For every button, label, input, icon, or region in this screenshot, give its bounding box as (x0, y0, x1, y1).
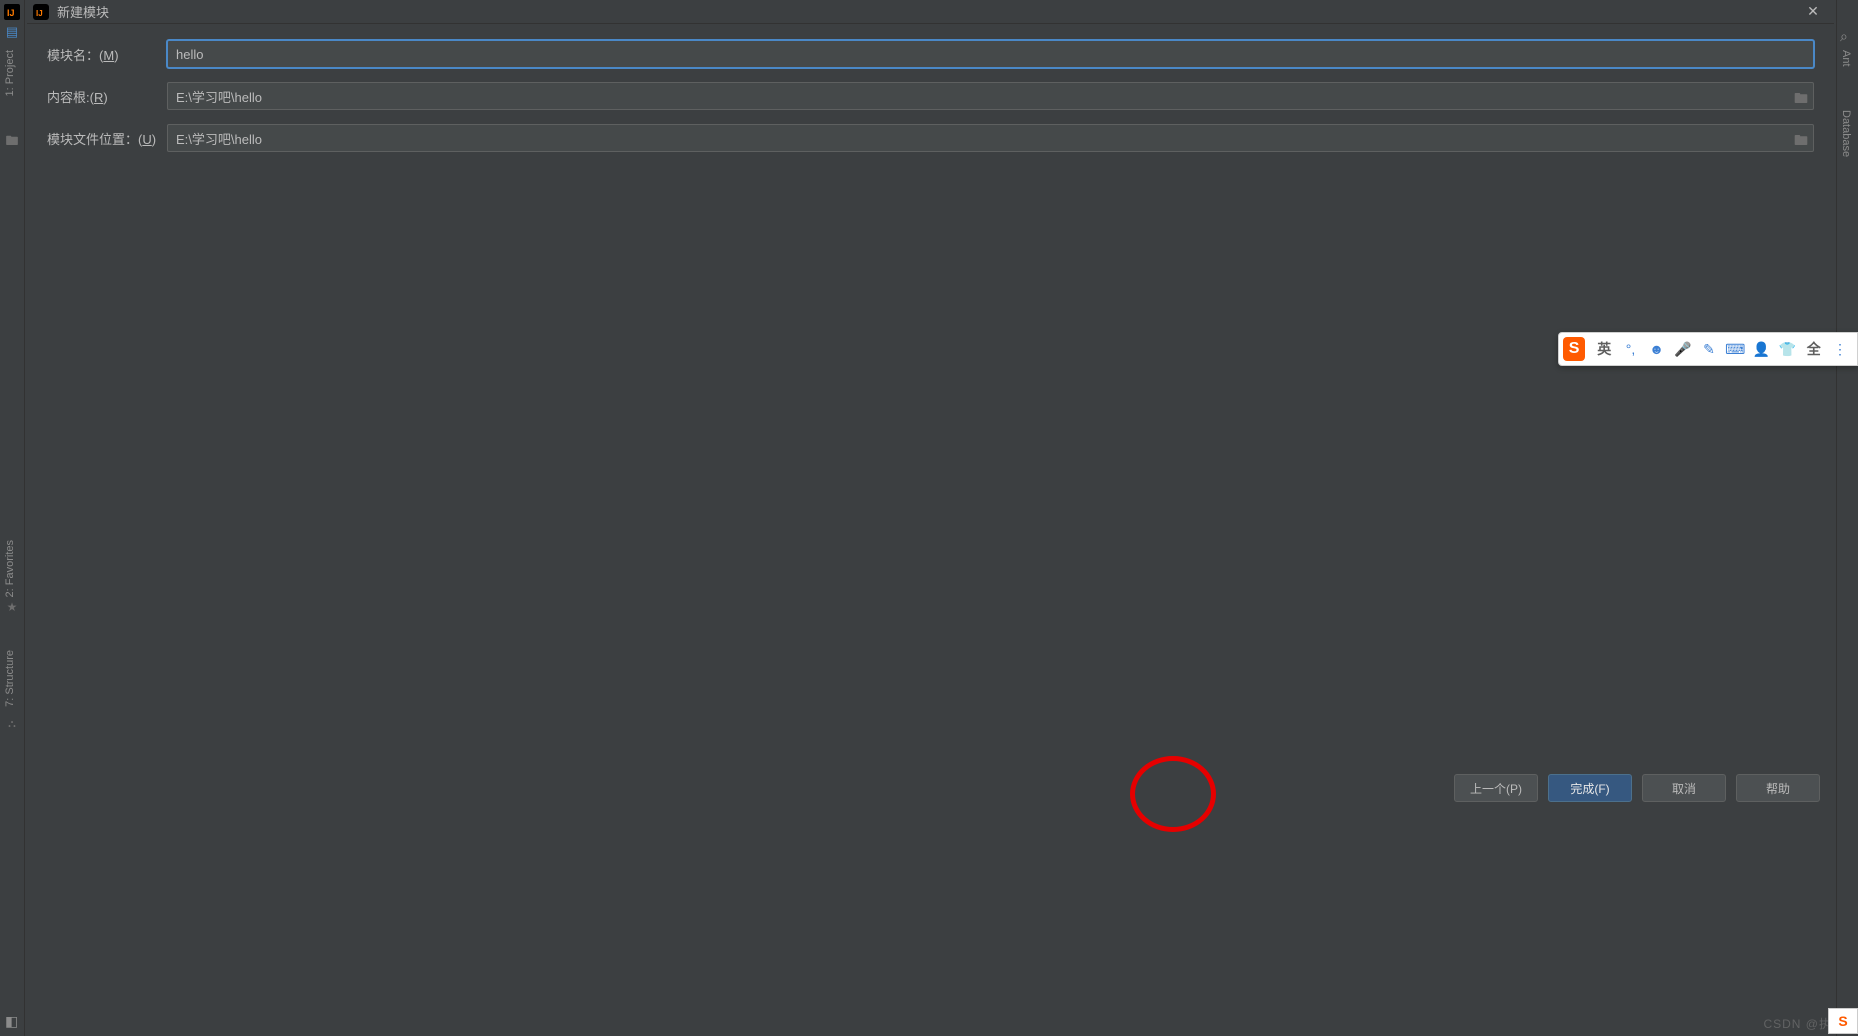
row-content-root: 内容根:(R) 🖿 (47, 82, 1814, 110)
sogou-tray-thumb[interactable]: S (1828, 1008, 1858, 1034)
label-content-root: 内容根:(R) (47, 87, 167, 106)
browse-icon[interactable]: 🖿 (1794, 130, 1808, 154)
star-icon: ★ (4, 600, 20, 616)
dialog-title: 新建模块 (57, 2, 109, 21)
ime-shirt-icon[interactable]: 👕 (1777, 341, 1799, 358)
tool-ant[interactable]: Ant (1840, 50, 1852, 67)
finish-button[interactable]: 完成(F) (1548, 774, 1632, 802)
label-module-file-loc: 模块文件位置：(U) (47, 129, 167, 148)
svg-text:IJ: IJ (7, 8, 15, 18)
sogou-ime-toolbar[interactable]: S 英 °, ☻ 🎤 ✎ ⌨ 👤 👕 全 ⋮ (1558, 332, 1858, 366)
tool-favorites[interactable]: 2: Favorites (4, 540, 16, 597)
dialog-form: 模块名：(M) 内容根:(R) 🖿 模块文件位置：(U) 🖿 (27, 24, 1834, 152)
intellij-icon: IJ (33, 4, 49, 20)
bottom-tool-icon[interactable]: ◧ (5, 1013, 18, 1030)
row-module-file-loc: 模块文件位置：(U) 🖿 (47, 124, 1814, 152)
cancel-button[interactable]: 取消 (1642, 774, 1726, 802)
sogou-logo-icon[interactable]: S (1563, 337, 1585, 361)
right-tool-rail: ⌕ Ant Database (1836, 0, 1858, 1036)
new-module-dialog: IJ 新建模块 ✕ 模块名：(M) 内容根:(R) 🖿 模块文件位置：(U) 🖿 (27, 0, 1834, 800)
content-root-input[interactable] (167, 82, 1814, 110)
label-module-name: 模块名：(M) (47, 45, 167, 64)
dialog-titlebar: IJ 新建模块 ✕ (27, 0, 1834, 24)
intellij-icon: IJ (4, 4, 20, 20)
ime-voice-icon[interactable]: 🎤 (1672, 341, 1694, 358)
previous-button[interactable]: 上一个(P) (1454, 774, 1538, 802)
module-name-input[interactable] (167, 40, 1814, 68)
dialog-button-bar: 上一个(P) 完成(F) 取消 帮助 (27, 768, 1834, 808)
svg-text:IJ: IJ (36, 9, 43, 18)
project-view-icon[interactable]: ▤ (4, 24, 20, 40)
ime-user-icon[interactable]: 👤 (1750, 341, 1772, 358)
ime-punct-icon[interactable]: °, (1619, 341, 1641, 357)
folder-icon[interactable]: 🖿 (4, 132, 20, 148)
ime-pencil-icon[interactable]: ✎ (1698, 341, 1720, 358)
browse-icon[interactable]: 🖿 (1794, 88, 1808, 112)
search-icon[interactable]: ⌕ (1840, 28, 1848, 45)
help-button[interactable]: 帮助 (1736, 774, 1820, 802)
ime-fullwidth-toggle[interactable]: 全 (1803, 339, 1825, 359)
tool-structure[interactable]: 7: Structure (4, 650, 16, 707)
ime-keyboard-icon[interactable]: ⌨ (1724, 341, 1746, 358)
left-tool-rail: IJ ▤ 1: Project 🖿 2: Favorites ★ 7: Stru… (0, 0, 25, 1036)
ime-lang-toggle[interactable]: 英 (1593, 339, 1615, 359)
tool-database[interactable]: Database (1840, 110, 1852, 157)
ime-emoji-icon[interactable]: ☻ (1646, 341, 1668, 357)
tool-project[interactable]: 1: Project (4, 50, 16, 96)
structure-icon: ⛬ (4, 718, 20, 734)
close-icon[interactable]: ✕ (1798, 3, 1828, 20)
sogou-s-icon: S (1838, 1013, 1847, 1029)
row-module-name: 模块名：(M) (47, 40, 1814, 68)
ime-more-icon[interactable]: ⋮ (1829, 341, 1851, 358)
module-file-loc-input[interactable] (167, 124, 1814, 152)
